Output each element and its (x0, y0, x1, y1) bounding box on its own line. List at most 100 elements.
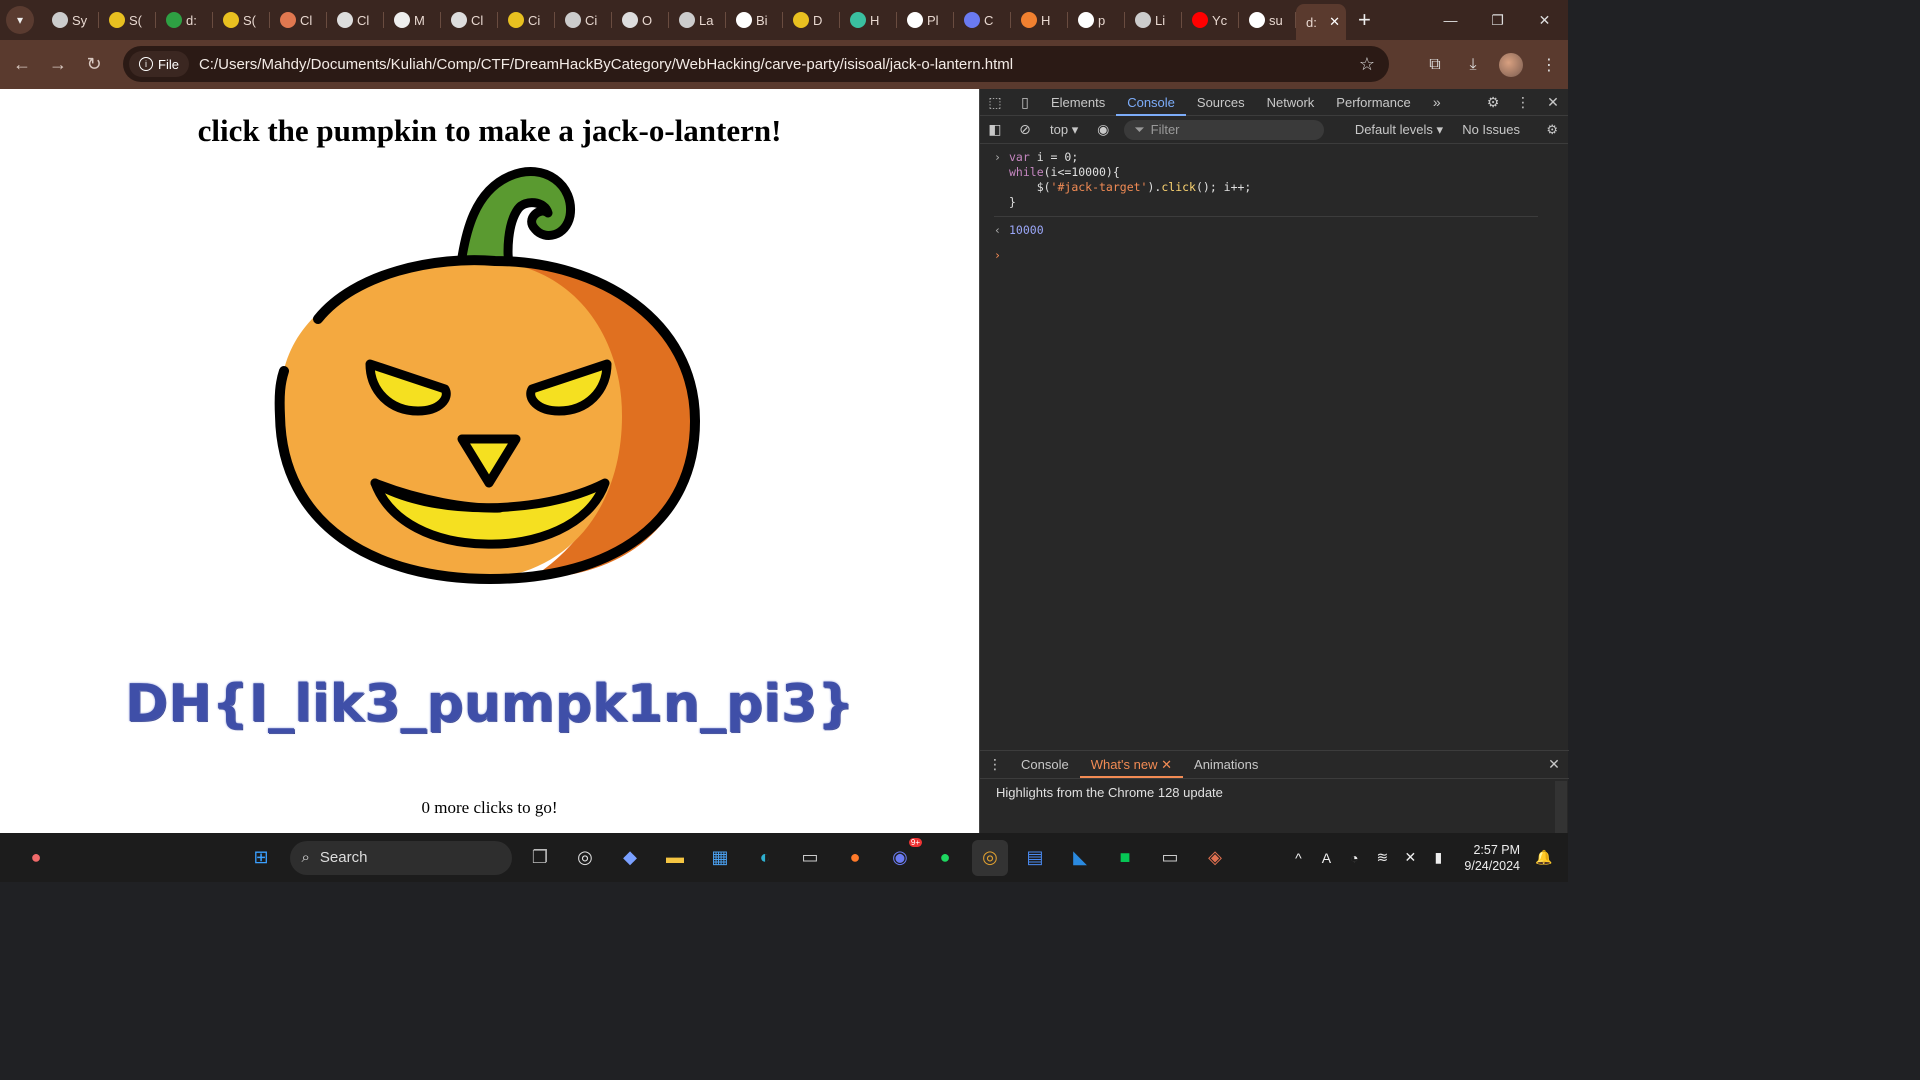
copilot-icon[interactable]: ◆ (612, 840, 648, 876)
tab[interactable]: Cl (327, 0, 384, 40)
drawer-menu-icon[interactable]: ⋮ (980, 751, 1010, 778)
tab[interactable]: H (1011, 0, 1068, 40)
spotify-icon[interactable]: ● (927, 840, 963, 876)
drawer-tab-whats-new[interactable]: What's new ✕ (1079, 751, 1184, 778)
url-text[interactable]: C:/Users/Mahdy/Documents/Kuliah/Comp/CTF… (199, 56, 1013, 73)
issues-counter[interactable]: No Issues (1462, 122, 1520, 137)
tab[interactable]: Cl (441, 0, 498, 40)
console-settings-gear-icon[interactable]: ⚙ (1546, 122, 1558, 138)
battery-icon[interactable]: ▮ (1424, 849, 1452, 866)
chrome-icon[interactable]: ◎ (972, 839, 1008, 876)
context-selector[interactable]: top ▾ (1040, 122, 1088, 138)
close-window-button[interactable]: ✕ (1521, 0, 1568, 40)
drawer-scrollbar[interactable] (1555, 781, 1567, 833)
drawer-tab-animations[interactable]: Animations (1183, 751, 1269, 778)
new-tab-button[interactable]: + (1358, 7, 1371, 33)
filter-input[interactable]: ⏷ Filter (1124, 119, 1325, 140)
extensions-icon[interactable]: ⧉ (1416, 47, 1454, 83)
browser-menu-icon[interactable]: ⋮ (1530, 47, 1568, 83)
close-devtools-icon[interactable]: ✕ (1538, 89, 1568, 116)
clicks-remaining: 0 more clicks to go! (421, 798, 558, 817)
devtools-tabbar: ⬚ ▯ Elements Console Sources Network Per… (980, 89, 1568, 116)
task-view-icon[interactable]: ❐ (522, 840, 558, 876)
settings-gear-icon[interactable]: ⚙ (1478, 89, 1508, 116)
tab[interactable]: La (669, 0, 726, 40)
more-tabs-icon[interactable]: » (1422, 89, 1452, 116)
notification-bell-icon[interactable]: 🔔 (1530, 849, 1558, 866)
focus-icon[interactable]: ◔ (1340, 850, 1368, 866)
console-result-entry: ‹ 10000 (980, 223, 1568, 238)
tab-network[interactable]: Network (1256, 89, 1326, 116)
more-options-icon[interactable]: ⋮ (1508, 89, 1538, 116)
console-toolbar: ◧ ⊘ top ▾ ◉ ⏷ Filter Default levels ▾ No… (980, 116, 1568, 144)
profile-avatar-button[interactable] (1492, 47, 1530, 83)
close-tab-icon[interactable]: ✕ (1329, 14, 1340, 30)
tab[interactable]: Bi (726, 0, 783, 40)
system-tray: ^ A ◔ ≋ ✕ ▮ 2:57 PM 9/24/2024 🔔 (1284, 833, 1568, 882)
show-hidden-icons-chevron-up-icon[interactable]: ^ (1284, 850, 1312, 866)
tab[interactable]: Cl (270, 0, 327, 40)
app-fox-icon[interactable]: ◈ (1197, 840, 1233, 876)
tab[interactable]: D (783, 0, 840, 40)
tab[interactable]: C (954, 0, 1011, 40)
tab-active[interactable]: d: ✕ (1296, 4, 1346, 40)
gpu-app-icon[interactable]: ▭ (792, 840, 828, 876)
firefox-icon[interactable]: ● (837, 840, 873, 876)
tab[interactable]: p (1068, 0, 1125, 40)
clock[interactable]: 2:57 PM 9/24/2024 (1464, 842, 1520, 874)
file-explorer-icon[interactable]: ▬ (657, 840, 693, 876)
plus-app-icon (166, 12, 182, 28)
tab[interactable]: Ci (498, 0, 555, 40)
reload-button[interactable]: ↻ (76, 47, 112, 83)
site-info-chip[interactable]: i File (129, 51, 189, 77)
tab[interactable]: S( (213, 0, 270, 40)
tab-performance[interactable]: Performance (1325, 89, 1421, 116)
vscode-icon[interactable]: ◣ (1062, 840, 1098, 876)
wifi-icon[interactable]: ≋ (1368, 849, 1396, 866)
tab[interactable]: Li (1125, 0, 1182, 40)
tab[interactable]: Ci (555, 0, 612, 40)
tab-elements[interactable]: Elements (1040, 89, 1116, 116)
widgets-icon[interactable]: ● (18, 840, 54, 876)
tab[interactable]: Yc (1182, 0, 1239, 40)
tab[interactable]: Pl (897, 0, 954, 40)
tab-sources[interactable]: Sources (1186, 89, 1256, 116)
tab[interactable]: O (612, 0, 669, 40)
tab-search-button[interactable]: ▾ (6, 6, 34, 34)
discord-icon[interactable]: ◉ 9+ (882, 837, 922, 876)
tab[interactable]: H (840, 0, 897, 40)
minimize-button[interactable]: — (1427, 0, 1474, 40)
terminal-icon[interactable]: ▭ (1152, 840, 1188, 876)
close-drawer-icon[interactable]: ✕ (1539, 751, 1569, 778)
sidebar-toggle-icon[interactable]: ◧ (980, 116, 1010, 143)
tab[interactable]: M (384, 0, 441, 40)
tab[interactable]: su (1239, 0, 1296, 40)
pumpkin-image[interactable] (270, 161, 710, 591)
back-button[interactable]: ← (4, 47, 40, 83)
close-icon[interactable]: ✕ (1161, 757, 1172, 772)
download-icon[interactable]: ⤓ (1454, 47, 1492, 83)
tab[interactable]: S( (99, 0, 156, 40)
forward-button[interactable]: → (40, 47, 76, 83)
tab[interactable]: Sy (42, 0, 99, 40)
taskbar-search[interactable]: ⌕ Search (289, 840, 512, 875)
volume-muted-icon[interactable]: ✕ (1396, 849, 1424, 866)
microsoft-store-icon[interactable]: ▦ (702, 840, 738, 876)
clear-console-icon[interactable]: ⊘ (1010, 116, 1040, 143)
inspect-element-icon[interactable]: ⬚ (980, 89, 1010, 116)
device-toolbar-icon[interactable]: ▯ (1010, 89, 1040, 116)
windows-start-icon[interactable]: ⊞ (243, 840, 279, 876)
bookmark-star-icon[interactable]: ☆ (1359, 54, 1375, 75)
live-expression-eye-icon[interactable]: ◉ (1088, 116, 1118, 143)
input-indicator-icon[interactable]: A (1312, 850, 1340, 866)
address-bar[interactable]: i File C:/Users/Mahdy/Documents/Kuliah/C… (123, 46, 1389, 82)
restore-button[interactable]: ❐ (1474, 0, 1521, 40)
steam-icon[interactable]: ◎ (567, 840, 603, 876)
line-app-icon[interactable]: ■ (1107, 840, 1143, 876)
tab-console[interactable]: Console (1116, 89, 1186, 116)
tab[interactable]: d: (156, 0, 213, 40)
drawer-tab-console[interactable]: Console (1010, 751, 1080, 778)
edge-icon[interactable]: ◐ (747, 840, 783, 876)
log-levels-dropdown[interactable]: Default levels ▾ (1355, 122, 1443, 138)
notepad-icon[interactable]: ▤ (1017, 840, 1053, 876)
